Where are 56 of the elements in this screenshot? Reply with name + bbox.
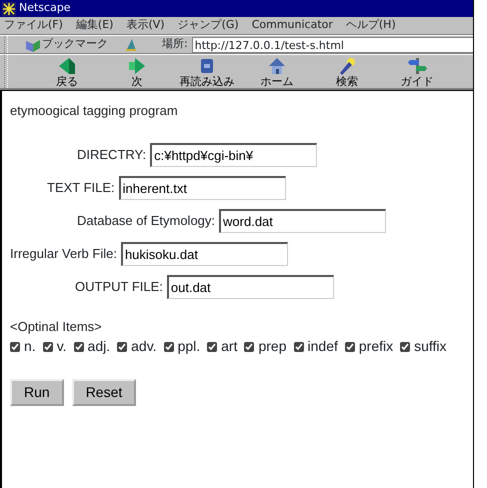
checkbox-label: n. <box>24 337 36 356</box>
field-label: DIRECTRY: <box>77 146 146 164</box>
checkbox-label: prefix <box>358 337 394 356</box>
menu-item[interactable]: 表示(V) <box>126 17 165 34</box>
text-field[interactable]: word.dat <box>219 208 386 232</box>
menu-item[interactable]: ジャンプ(G) <box>178 17 239 34</box>
location-label: 場所: <box>162 36 188 52</box>
text-field[interactable]: c:¥httpd¥cgi-bin¥ <box>150 142 318 166</box>
home-icon <box>267 56 287 76</box>
field-label: Database of Etymology: <box>77 212 216 230</box>
checkbox[interactable] <box>10 342 20 352</box>
toolbar-button[interactable]: 次 <box>102 55 172 88</box>
menu-item[interactable]: 編集(E) <box>76 17 114 34</box>
checkbox-label: indef <box>308 337 338 356</box>
field-label: Irregular Verb File: <box>10 244 117 263</box>
toolbar-button[interactable]: 再読み込み <box>172 55 242 88</box>
menu-item[interactable]: ファイル(F) <box>4 17 63 34</box>
checkbox-label: art <box>221 337 238 356</box>
bookmarks-label[interactable]: ブックマーク <box>42 36 108 53</box>
flashlight-icon <box>337 56 357 76</box>
checkbox[interactable] <box>42 342 53 352</box>
text-field[interactable]: inherent.txt <box>118 176 286 200</box>
checkbox[interactable] <box>294 342 304 352</box>
toolbar-button[interactable]: ホーム <box>242 55 312 88</box>
field-label: TEXT FILE: <box>47 178 115 197</box>
window-title: Netscape <box>19 0 71 16</box>
checkbox[interactable] <box>74 342 84 352</box>
checkbox[interactable] <box>344 342 355 352</box>
toolbar-button[interactable]: 戻る <box>32 55 102 88</box>
text-field[interactable]: hukisoku.dat <box>120 242 288 266</box>
checkbox[interactable] <box>400 342 410 352</box>
checkbox[interactable] <box>117 342 128 352</box>
text-field[interactable]: out.dat <box>166 274 334 298</box>
forward-arrow-icon <box>127 56 147 76</box>
field-label: OUTPUT FILE: <box>75 278 163 296</box>
checkbox[interactable] <box>164 342 174 352</box>
netscape-logo-icon <box>2 2 16 16</box>
form-button[interactable]: Run <box>10 379 64 406</box>
form-button[interactable]: Reset <box>72 379 136 406</box>
checkbox-label: ppl. <box>178 337 200 356</box>
checkbox-label: adv. <box>131 337 157 356</box>
checkbox-label: prep <box>258 337 287 356</box>
checkbox-label: v. <box>56 337 67 356</box>
location-field[interactable]: http://127.0.0.1/test-s.html <box>192 36 473 52</box>
menu-item[interactable]: Communicator <box>252 17 333 34</box>
toolbar-button[interactable]: 検索 <box>312 55 382 88</box>
signpost-icon <box>407 56 427 76</box>
checkbox-label: suffix <box>414 337 447 356</box>
page-heading: etymoogical tagging program <box>10 102 179 120</box>
options-title: <Optinal Items> <box>10 318 103 336</box>
checkbox[interactable] <box>244 342 254 352</box>
back-arrow-icon <box>57 56 77 76</box>
toolbar-button[interactable]: ガイド <box>382 55 452 88</box>
menu-item[interactable]: ヘルプ(H) <box>346 17 396 34</box>
checkbox[interactable] <box>207 342 218 352</box>
checkbox-label: adj. <box>88 337 110 356</box>
